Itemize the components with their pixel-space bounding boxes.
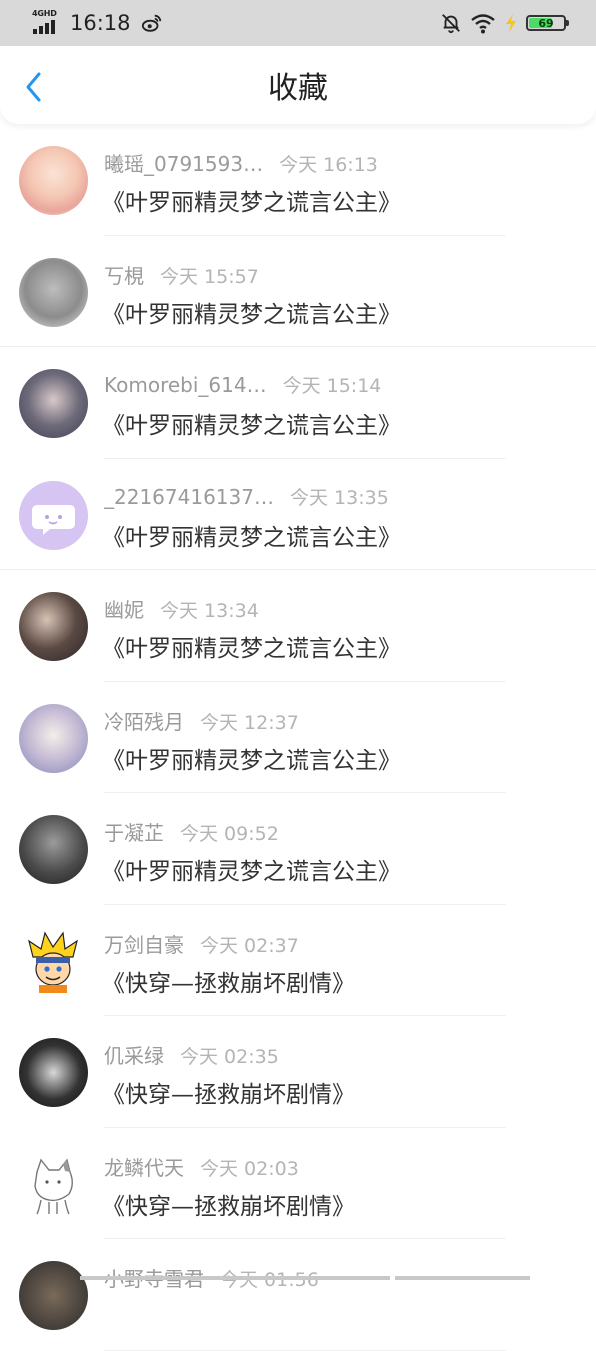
item-meta: _22167416137… 今天 13:35 <box>104 483 389 510</box>
item-meta: 丂梘 今天 15:57 <box>104 260 259 289</box>
book-title[interactable]: 《叶罗丽精灵梦之谎言公主》 <box>102 406 401 440</box>
avatar[interactable] <box>19 480 88 550</box>
battery-level: 69 <box>538 16 554 30</box>
item-meta: 冷陌残月 今天 12:37 <box>104 706 299 735</box>
timestamp: 今天 13:35 <box>289 486 389 509</box>
avatar[interactable] <box>19 1261 88 1330</box>
status-time: 16:18 <box>70 11 131 35</box>
avatar[interactable] <box>19 1038 88 1107</box>
username[interactable]: _22167416137… <box>104 485 274 509</box>
status-bar: 4GHD 16:18 69 <box>0 0 596 46</box>
network-type: 4GHD <box>32 9 57 18</box>
list-item[interactable]: Komorebi_614… 今天 15:14 《叶罗丽精灵梦之谎言公主》 <box>0 347 596 459</box>
list-item[interactable]: 幽妮 今天 13:34 《叶罗丽精灵梦之谎言公主》 <box>0 570 596 682</box>
list-item[interactable]: 龙鳞代天 今天 02:03 《快穿—拯救崩坏剧情》 <box>0 1128 596 1239</box>
avatar[interactable] <box>19 1149 88 1219</box>
charging-icon <box>506 14 516 32</box>
chevron-left-icon <box>26 72 41 102</box>
username[interactable]: 曦瑶_0791593… <box>104 148 263 177</box>
list-item[interactable]: 万剑自豪 今天 02:37 《快穿—拯救崩坏剧情》 <box>0 905 596 1016</box>
item-meta: 幽妮 今天 13:34 <box>104 594 259 623</box>
bottom-indicator-right <box>395 1276 530 1280</box>
item-meta: 仉采绿 今天 02:35 <box>104 1040 279 1069</box>
username[interactable]: 于凝芷 <box>104 817 164 846</box>
book-title[interactable]: 《叶罗丽精灵梦之谎言公主》 <box>102 629 401 663</box>
book-title[interactable]: 《快穿—拯救崩坏剧情》 <box>102 1187 355 1221</box>
timestamp: 今天 12:37 <box>200 711 299 734</box>
username[interactable]: Komorebi_614… <box>104 373 267 397</box>
item-meta: Komorebi_614… 今天 15:14 <box>104 371 381 398</box>
header-bar: 收藏 <box>0 46 596 124</box>
list-item[interactable]: 于凝芷 今天 09:52 《叶罗丽精灵梦之谎言公主》 <box>0 793 596 905</box>
avatar[interactable] <box>19 592 88 661</box>
book-title[interactable]: 《叶罗丽精灵梦之谎言公主》 <box>102 741 401 775</box>
avatar[interactable] <box>19 257 88 327</box>
list-item[interactable]: _22167416137… 今天 13:35 《叶罗丽精灵梦之谎言公主》 <box>0 459 596 570</box>
timestamp: 今天 02:37 <box>200 934 299 957</box>
book-title[interactable]: 《叶罗丽精灵梦之谎言公主》 <box>102 183 401 217</box>
book-title[interactable]: 《快穿—拯救崩坏剧情》 <box>102 1075 355 1109</box>
cellular-signal-icon: 4GHD <box>32 9 58 37</box>
status-left: 4GHD 16:18 <box>32 9 163 37</box>
timestamp: 今天 16:13 <box>279 154 378 176</box>
status-right: 69 <box>440 12 569 34</box>
username[interactable]: 万剑自豪 <box>104 929 184 958</box>
battery-icon: 69 <box>526 15 569 31</box>
timestamp: 今天 02:35 <box>180 1046 279 1068</box>
book-title[interactable]: 《叶罗丽精灵梦之谎言公主》 <box>102 518 401 552</box>
item-meta: 万剑自豪 今天 02:37 <box>104 929 299 958</box>
timestamp: 今天 09:52 <box>180 823 279 845</box>
book-title[interactable]: 《叶罗丽精灵梦之谎言公主》 <box>102 295 401 329</box>
weibo-icon <box>141 14 161 32</box>
list-item[interactable]: 丂梘 今天 15:57 《叶罗丽精灵梦之谎言公主》 <box>0 236 596 347</box>
bottom-indicator-left <box>80 1276 390 1280</box>
book-title[interactable]: 《快穿—拯救崩坏剧情》 <box>102 964 355 998</box>
page-title: 收藏 <box>268 71 328 106</box>
list-item[interactable]: 曦瑶_0791593… 今天 16:13 《叶罗丽精灵梦之谎言公主》 <box>0 124 596 236</box>
timestamp: 今天 13:34 <box>160 600 259 622</box>
username[interactable]: 仉采绿 <box>104 1040 164 1069</box>
username[interactable]: 冷陌残月 <box>104 706 184 735</box>
book-title[interactable]: 《叶罗丽精灵梦之谎言公主》 <box>102 852 401 886</box>
timestamp: 今天 02:03 <box>200 1157 299 1180</box>
favorites-list: 曦瑶_0791593… 今天 16:13 《叶罗丽精灵梦之谎言公主》 丂梘 今天 15:… <box>0 124 596 1351</box>
avatar[interactable] <box>19 703 88 773</box>
avatar[interactable] <box>19 926 88 996</box>
avatar[interactable] <box>19 815 88 884</box>
timestamp: 今天 15:57 <box>160 265 259 288</box>
list-item[interactable]: 小野寺雪君今天 01:56 <box>0 1239 596 1351</box>
avatar[interactable] <box>19 369 88 438</box>
username[interactable]: 丂梘 <box>104 260 144 289</box>
back-button[interactable] <box>18 70 50 104</box>
divider <box>104 1349 506 1351</box>
username[interactable]: 龙鳞代天 <box>104 1152 184 1181</box>
item-meta: 于凝芷 今天 09:52 <box>104 817 279 846</box>
username[interactable]: 幽妮 <box>104 594 144 623</box>
list-item[interactable]: 仉采绿 今天 02:35 《快穿—拯救崩坏剧情》 <box>0 1016 596 1128</box>
item-meta: 曦瑶_0791593… 今天 16:13 <box>104 148 378 177</box>
item-meta: 龙鳞代天 今天 02:03 <box>104 1152 299 1181</box>
timestamp: 今天 15:14 <box>282 375 382 397</box>
wifi-icon <box>471 14 495 34</box>
bell-off-icon <box>442 14 460 34</box>
avatar[interactable] <box>19 146 88 215</box>
list-item[interactable]: 冷陌残月 今天 12:37 《叶罗丽精灵梦之谎言公主》 <box>0 682 596 793</box>
